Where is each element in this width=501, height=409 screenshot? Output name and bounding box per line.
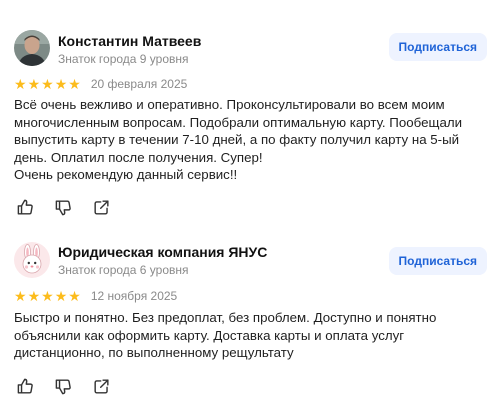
author-avatar[interactable] bbox=[14, 30, 50, 66]
author-level: Знаток города 6 уровня bbox=[58, 263, 189, 277]
author-name[interactable]: Юридическая компания ЯНУС bbox=[58, 244, 267, 260]
review-rating: ★ ★ ★ ★ ★ 12 ноября 2025 bbox=[14, 289, 177, 303]
bunny-icon bbox=[14, 242, 50, 278]
review-text-line: день. Оплатил после получения. Супер! bbox=[14, 149, 263, 165]
review-date: 12 ноября 2025 bbox=[90, 289, 178, 303]
thumb-down-icon bbox=[55, 378, 71, 394]
subscribe-button[interactable]: Подписаться bbox=[388, 33, 487, 61]
review-text-line: выпустить карту в течении 7-10 дней, а п… bbox=[14, 132, 460, 147]
review-text-line: многочисленным вопросам. Подобрали оптим… bbox=[14, 114, 463, 130]
person-photo-icon bbox=[14, 30, 50, 66]
star-icon: ★ bbox=[68, 288, 81, 304]
rating-stars: ★ ★ ★ ★ ★ bbox=[14, 289, 81, 303]
review-actions bbox=[14, 375, 112, 397]
star-icon: ★ bbox=[54, 76, 68, 92]
review-text-line: Быстро и понятно. Без предоплат, без про… bbox=[14, 310, 437, 325]
review-text-line: Очень рекомендую данный сервис!! bbox=[14, 167, 238, 182]
star-icon: ★ bbox=[54, 288, 68, 304]
star-icon: ★ bbox=[27, 288, 41, 304]
star-icon: ★ bbox=[41, 288, 54, 304]
share-icon bbox=[93, 378, 109, 394]
subscribe-button[interactable]: Подписаться bbox=[388, 247, 487, 275]
review-rating: ★ ★ ★ ★ ★ 20 февраля 2025 bbox=[14, 77, 187, 91]
dislike-button[interactable] bbox=[52, 375, 74, 397]
review-date: 20 февраля 2025 bbox=[90, 77, 188, 91]
rating-stars: ★ ★ ★ ★ ★ bbox=[14, 77, 81, 91]
share-icon bbox=[93, 199, 109, 215]
review-text-line: Всё очень вежливо и оперативно. Проконсу… bbox=[14, 97, 445, 112]
like-button[interactable] bbox=[14, 196, 36, 218]
star-icon: ★ bbox=[27, 76, 41, 92]
share-button[interactable] bbox=[90, 375, 112, 397]
review-text: Быстро и понятно. Без предоплат, без про… bbox=[14, 309, 484, 362]
share-button[interactable] bbox=[90, 196, 112, 218]
review-text: Всё очень вежливо и оперативно. Проконсу… bbox=[14, 96, 484, 184]
author-avatar[interactable] bbox=[14, 242, 50, 278]
star-icon: ★ bbox=[14, 76, 27, 92]
star-icon: ★ bbox=[41, 76, 54, 92]
thumb-up-icon bbox=[17, 199, 33, 215]
author-name[interactable]: Константин Матвеев bbox=[58, 33, 201, 49]
dislike-button[interactable] bbox=[52, 196, 74, 218]
like-button[interactable] bbox=[14, 375, 36, 397]
thumb-down-icon bbox=[55, 199, 71, 215]
review-text-line: объяснили как оформить карту. Доставка к… bbox=[14, 327, 405, 343]
star-icon: ★ bbox=[14, 288, 27, 304]
review-actions bbox=[14, 196, 112, 218]
author-level: Знаток города 9 уровня bbox=[58, 52, 189, 66]
star-icon: ★ bbox=[68, 76, 81, 92]
thumb-up-icon bbox=[17, 378, 33, 394]
review-text-line: дистанционно, по выполненному рещультату bbox=[14, 345, 294, 360]
